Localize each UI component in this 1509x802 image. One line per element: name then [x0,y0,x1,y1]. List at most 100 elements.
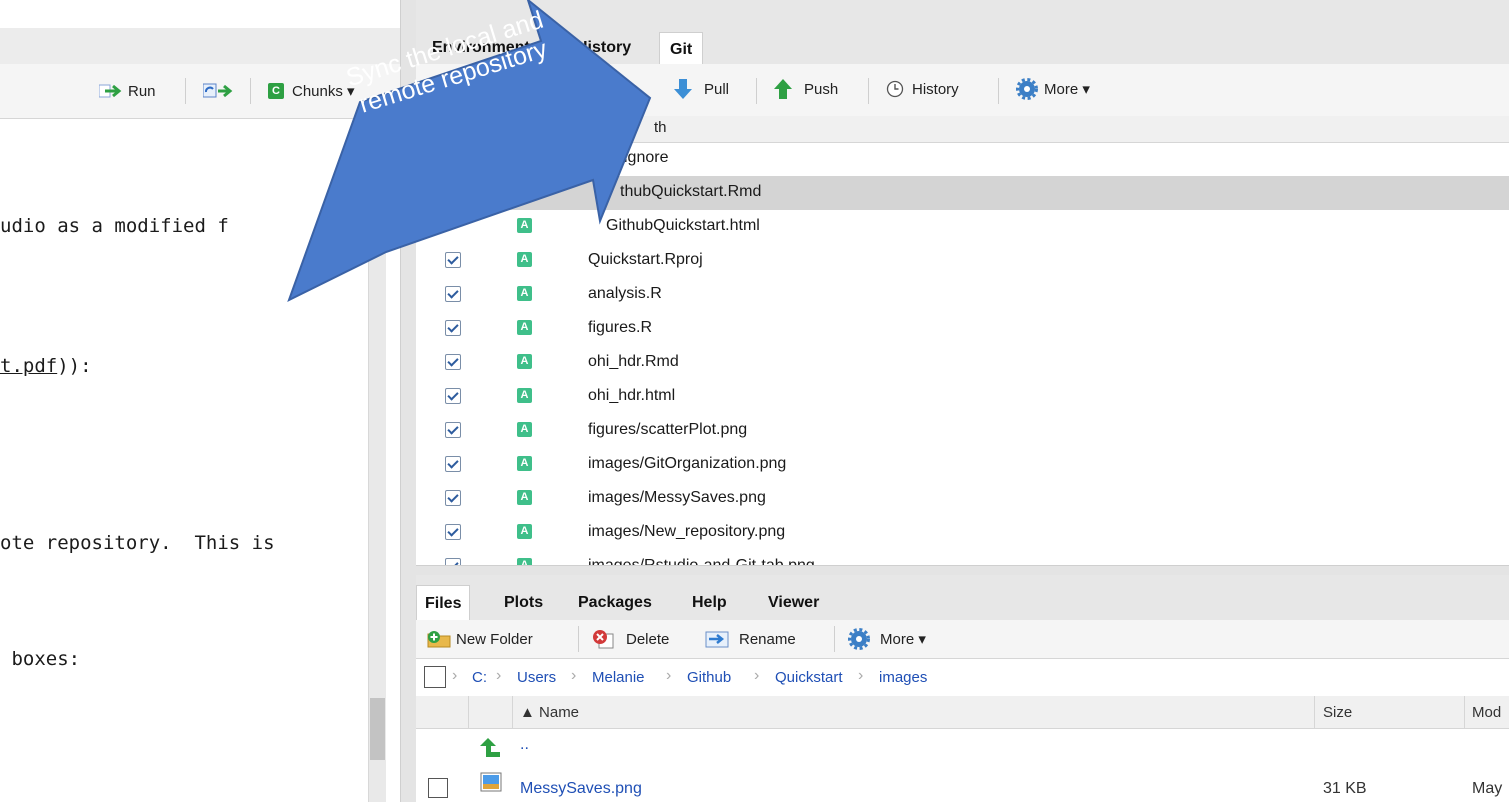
code-line: ote repository. This is [0,532,275,554]
file-checkbox[interactable] [428,778,448,798]
clock-icon [886,80,904,98]
breadcrumb-item[interactable]: images [879,669,927,686]
added-status-icon: A [517,388,532,403]
added-status-icon: A [517,524,532,539]
editor-scrollbar[interactable] [368,118,386,802]
tab-viewer[interactable]: Viewer [760,585,827,620]
git-file-row[interactable]: A images/GitOrganization.png [416,448,1509,482]
code-text: )): [57,355,92,377]
staged-checkbox[interactable] [445,456,461,472]
new-folder-button[interactable]: New Folder [426,628,533,650]
toolbar-separator [868,78,869,104]
added-status-icon: A [517,558,532,565]
staged-checkbox[interactable] [445,524,461,540]
push-button[interactable]: Push [774,78,838,100]
toolbar-separator [756,78,757,104]
rerun-icon [203,83,233,98]
tab-files[interactable]: Files [416,585,471,622]
path-column-header[interactable]: th [654,119,667,136]
breadcrumb-item[interactable]: Melanie [592,669,645,686]
git-file-row[interactable]: A figures.R [416,312,1509,346]
git-file-row[interactable]: A images/Rstudio-and-Git-tab.png [416,550,1509,565]
git-toolbar: Pull Push History More ▾ [416,64,1509,117]
breadcrumb-item[interactable]: Quickstart [775,669,843,686]
breadcrumb-separator-icon: › [452,667,458,684]
git-file-path: thubQuickstart.Rmd [620,183,762,200]
file-name-link[interactable]: MessySaves.png [520,780,642,798]
added-status-icon: A [517,456,532,471]
git-file-row[interactable]: A images/New_repository.png [416,516,1509,550]
toolbar-separator [250,78,251,104]
toolbar-separator [998,78,999,104]
breadcrumb-checkbox[interactable] [424,666,446,688]
rename-button[interactable]: Rename [705,628,796,650]
git-file-row[interactable]: A ohi_hdr.html [416,380,1509,414]
code-link[interactable]: t.pdf [0,355,57,377]
editor-title-bar [0,28,401,82]
code-line: boxes: [0,648,81,670]
up-arrow-icon [480,738,500,757]
git-file-row[interactable]: A ohi_hdr.Rmd [416,346,1509,380]
git-file-row[interactable]: ignore [416,142,1509,176]
staged-checkbox[interactable] [445,422,461,438]
staged-checkbox[interactable] [445,354,461,370]
git-more-button[interactable]: More ▾ [1016,78,1090,100]
git-file-row[interactable]: A GithubQuickstart.html [416,210,1509,244]
git-file-path: images/New_repository.png [588,523,786,540]
run-button[interactable]: Run [99,80,156,102]
tab-plots[interactable]: Plots [496,585,551,620]
breadcrumb-separator-icon: › [496,667,502,684]
tab-packages[interactable]: Packages [570,585,660,620]
breadcrumb-item[interactable]: Github [687,669,731,686]
added-status-icon: A [517,490,532,505]
git-file-path: images/GitOrganization.png [588,455,787,472]
toolbar-separator [578,626,579,652]
git-file-path: ohi_hdr.Rmd [588,353,679,370]
push-arrow-icon [774,79,792,99]
name-column-header[interactable]: ▲ Name [520,704,579,721]
git-file-path: GithubQuickstart.html [606,217,760,234]
git-table-header: th [416,116,1509,143]
parent-directory-row[interactable]: .. [416,730,1509,766]
git-file-row[interactable]: A figures/scatterPlot.png [416,414,1509,448]
staged-checkbox[interactable] [445,490,461,506]
pull-button[interactable]: Pull [674,78,729,100]
git-file-row[interactable]: A Quickstart.Rproj [416,244,1509,278]
tab-help[interactable]: Help [684,585,735,620]
files-table-header: ▲ Name Size Mod [416,696,1509,729]
added-status-icon: A [517,422,532,437]
staged-checkbox[interactable] [445,320,461,336]
git-file-path: Quickstart.Rproj [588,251,703,268]
files-tabbar: Files Plots Packages Help Viewer [416,575,1509,622]
files-more-label: More ▾ [880,631,926,648]
git-file-row[interactable]: thubQuickstart.Rmd [416,176,1509,210]
files-more-button[interactable]: More ▾ [848,628,926,650]
added-status-icon: A [517,354,532,369]
breadcrumb-item[interactable]: C: [472,669,487,686]
git-file-row[interactable]: A analysis.R [416,278,1509,312]
new-folder-icon [427,631,451,648]
size-column-header[interactable]: Size [1323,704,1352,721]
file-row[interactable]: MessySaves.png 31 KB May [416,766,1509,802]
delete-button[interactable]: Delete [592,628,669,650]
breadcrumb-item[interactable]: Users [517,669,556,686]
staged-checkbox[interactable] [445,286,461,302]
git-pane: Environment History Git Pull Push Histor… [416,0,1509,576]
modified-column-header[interactable]: Mod [1472,704,1501,721]
history-button[interactable]: History [886,78,959,100]
gear-icon [1016,78,1038,100]
image-file-icon [480,772,502,792]
staged-checkbox[interactable] [445,558,461,565]
added-status-icon: A [517,252,532,267]
editor-scrollbar-thumb[interactable] [370,698,385,760]
staged-checkbox[interactable] [445,252,461,268]
git-file-row[interactable]: A images/MessySaves.png [416,482,1509,516]
staged-checkbox[interactable] [445,388,461,404]
column-divider [512,696,513,728]
rerun-button[interactable] [203,80,233,102]
pull-button-label: Pull [704,80,730,98]
breadcrumb-separator-icon: › [571,667,577,684]
toolbar-separator [834,626,835,652]
rename-label: Rename [739,630,796,648]
tab-git[interactable]: Git [659,32,704,66]
